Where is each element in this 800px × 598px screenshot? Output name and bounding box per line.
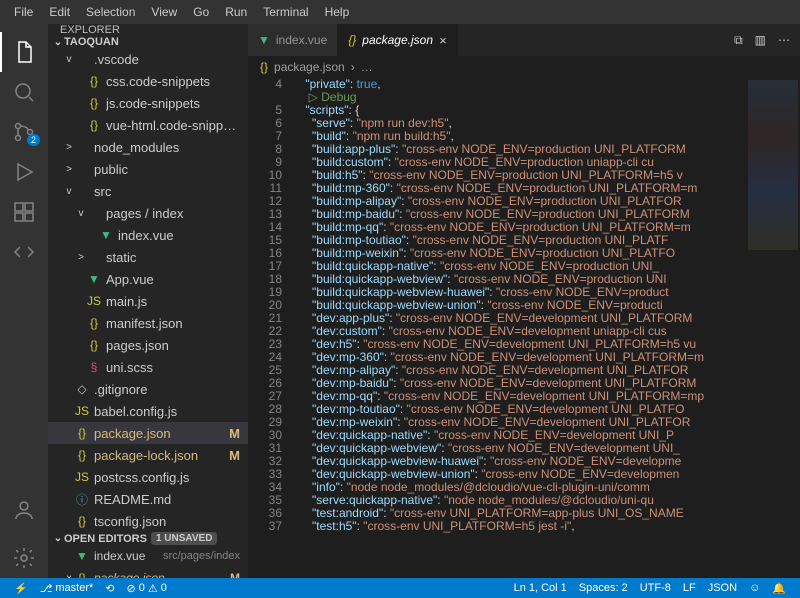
sync-icon[interactable]: ⟲ xyxy=(99,582,120,595)
editor-tabs: ▼index.vue {}package.json× ⧉ ▥ ⋯ xyxy=(248,24,800,56)
run-debug-icon[interactable] xyxy=(0,152,48,192)
tree-item-package-json[interactable]: {}package.jsonM xyxy=(48,422,248,444)
open-editors-header[interactable]: ⌄OPEN EDITORS1 UNSAVED xyxy=(48,532,248,545)
statusbar: ⚡ ⎇ master* ⟲ ⊘0 ⚠0 Ln 1, Col 1 Spaces: … xyxy=(0,578,800,598)
compare-icon[interactable]: ⧉ xyxy=(734,33,743,48)
editor-area: ▼index.vue {}package.json× ⧉ ▥ ⋯ {} pack… xyxy=(248,24,800,578)
unsaved-pill: 1 UNSAVED xyxy=(151,532,218,545)
menu-help[interactable]: Help xyxy=(319,3,356,21)
open-editor-package-json[interactable]: ×{}package.jsonM xyxy=(48,567,248,578)
menu-file[interactable]: File xyxy=(8,3,39,21)
search-icon[interactable] xyxy=(0,72,48,112)
tree-item-static[interactable]: >static xyxy=(48,246,248,268)
file-tree: v.vscode{}css.code-snippets{}js.code-sni… xyxy=(48,48,248,532)
menubar: File Edit Selection View Go Run Terminal… xyxy=(0,0,800,24)
tree-item-uni-scss[interactable]: §uni.scss xyxy=(48,356,248,378)
source-control-icon[interactable]: 2 xyxy=(0,112,48,152)
tab-index-vue[interactable]: ▼index.vue xyxy=(248,24,338,56)
tree-item-manifest-json[interactable]: {}manifest.json xyxy=(48,312,248,334)
cursor-position[interactable]: Ln 1, Col 1 xyxy=(508,582,573,595)
json-icon: {} xyxy=(260,60,268,74)
git-branch[interactable]: ⎇ master* xyxy=(34,582,100,595)
tree-item--gitignore[interactable]: ◇.gitignore xyxy=(48,378,248,400)
open-editor-index-vue[interactable]: ▼index.vuesrc/pages/index xyxy=(48,545,248,567)
tree-item-postcss-config-js[interactable]: JSpostcss.config.js xyxy=(48,466,248,488)
eol[interactable]: LF xyxy=(677,582,702,595)
tree-item-babel-config-js[interactable]: JSbabel.config.js xyxy=(48,400,248,422)
tree-item-readme-md[interactable]: ⓘREADME.md xyxy=(48,488,248,510)
feedback-icon[interactable]: ☺ xyxy=(743,582,766,595)
line-gutter: 4567891011121314151617181920212223242526… xyxy=(248,78,292,578)
activitybar: 2 xyxy=(0,24,48,578)
menu-terminal[interactable]: Terminal xyxy=(257,3,314,21)
tab-actions: ⧉ ▥ ⋯ xyxy=(724,24,800,56)
menu-selection[interactable]: Selection xyxy=(80,3,141,21)
tree-item-js-code-snippets[interactable]: {}js.code-snippets xyxy=(48,92,248,114)
menu-view[interactable]: View xyxy=(145,3,183,21)
tree-item-index-vue[interactable]: ▼index.vue xyxy=(48,224,248,246)
open-editors-list: ▼index.vuesrc/pages/index×{}package.json… xyxy=(48,545,248,578)
extensions-icon[interactable] xyxy=(0,192,48,232)
menu-go[interactable]: Go xyxy=(187,3,215,21)
split-editor-icon[interactable]: ▥ xyxy=(755,33,766,47)
tree-item-pages-json[interactable]: {}pages.json xyxy=(48,334,248,356)
settings-gear-icon[interactable] xyxy=(0,538,48,578)
explorer-icon[interactable] xyxy=(0,32,48,72)
tree-item-vue-html-code-snippets[interactable]: {}vue-html.code-snippets xyxy=(48,114,248,136)
menu-run[interactable]: Run xyxy=(219,3,253,21)
folder-root-header[interactable]: ⌄TAOQUAN xyxy=(48,36,248,48)
tree-item-package-lock-json[interactable]: {}package-lock.jsonM xyxy=(48,444,248,466)
close-icon[interactable]: × xyxy=(439,33,447,48)
scm-badge: 2 xyxy=(27,134,40,146)
tree-item-css-code-snippets[interactable]: {}css.code-snippets xyxy=(48,70,248,92)
sidebar-title: EXPLORER xyxy=(48,24,248,36)
tree-item--vscode[interactable]: v.vscode xyxy=(48,48,248,70)
remote-icon[interactable] xyxy=(0,232,48,272)
more-icon[interactable]: ⋯ xyxy=(778,33,790,47)
tree-item-app-vue[interactable]: ▼App.vue xyxy=(48,268,248,290)
problems[interactable]: ⊘0 ⚠0 xyxy=(121,582,173,595)
ellipsis-icon: … xyxy=(361,60,373,74)
remote-indicator[interactable]: ⚡ xyxy=(8,582,34,595)
tree-item-pages-index[interactable]: vpages / index xyxy=(48,202,248,224)
language-mode[interactable]: JSON xyxy=(702,582,743,595)
tree-item-tsconfig-json[interactable]: {}tsconfig.json xyxy=(48,510,248,532)
minimap[interactable] xyxy=(745,78,800,578)
tree-item-public[interactable]: >public xyxy=(48,158,248,180)
indentation[interactable]: Spaces: 2 xyxy=(573,582,634,595)
notifications-icon[interactable]: 🔔 xyxy=(766,582,792,595)
tree-item-main-js[interactable]: JSmain.js xyxy=(48,290,248,312)
breadcrumbs[interactable]: {} package.json › … xyxy=(248,56,800,78)
tab-package-json[interactable]: {}package.json× xyxy=(338,24,457,56)
editor-body[interactable]: 4567891011121314151617181920212223242526… xyxy=(248,78,800,578)
accounts-icon[interactable] xyxy=(0,490,48,530)
tree-item-node-modules[interactable]: >node_modules xyxy=(48,136,248,158)
sidebar: EXPLORER ⌄TAOQUAN v.vscode{}css.code-sni… xyxy=(48,24,248,578)
tree-item-src[interactable]: vsrc xyxy=(48,180,248,202)
code-content[interactable]: "private": true, ▷ Debug "scripts": { "s… xyxy=(292,78,745,578)
menu-edit[interactable]: Edit xyxy=(43,3,76,21)
encoding[interactable]: UTF-8 xyxy=(634,582,677,595)
